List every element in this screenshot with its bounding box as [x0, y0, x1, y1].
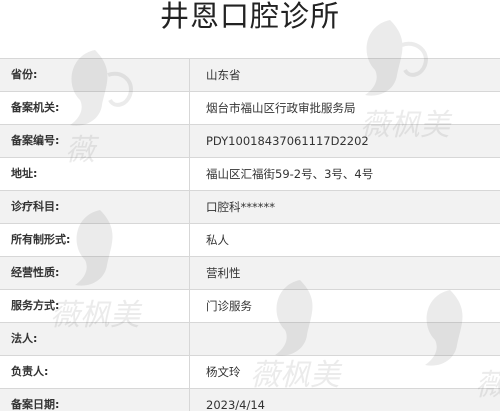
row-label: 备案日期: — [0, 389, 190, 411]
row-label: 所有制形式: — [0, 224, 190, 256]
row-label: 省份: — [0, 59, 190, 91]
row-value: PDY10018437061117D2202 — [206, 134, 369, 148]
row-label: 服务方式: — [0, 290, 190, 322]
page-title: 井恩口腔诊所 — [159, 0, 340, 33]
row-label: 地址: — [0, 158, 190, 190]
table-row: 经营性质: 营利性 — [0, 257, 500, 290]
table-row: 备案机关: 烟台市福山区行政审批服务局 — [0, 92, 500, 125]
table-row: 负责人: 杨文玲 — [0, 356, 500, 389]
table-row: 地址: 福山区汇福街59-2号、3号、4号 — [0, 158, 500, 191]
table-row: 法人: — [0, 323, 500, 356]
row-value: 口腔科****** — [206, 200, 275, 214]
row-value: 福山区汇福街59-2号、3号、4号 — [206, 167, 374, 181]
row-value: 门诊服务 — [206, 299, 252, 313]
table-row: 备案日期: 2023/4/14 — [0, 389, 500, 411]
table-row: 备案编号: PDY10018437061117D2202 — [0, 125, 500, 158]
page: 井恩口腔诊所 省份: 山东省 备案机关: 烟台市福山区行政审批服务局 备案编号:… — [0, 0, 500, 411]
info-table: 省份: 山东省 备案机关: 烟台市福山区行政审批服务局 备案编号: PDY100… — [0, 58, 500, 411]
row-value: 杨文玲 — [206, 365, 241, 379]
row-value: 营利性 — [206, 266, 241, 280]
row-value — [190, 323, 500, 355]
table-row: 所有制形式: 私人 — [0, 224, 500, 257]
row-label: 经营性质: — [0, 257, 190, 289]
table-row: 服务方式: 门诊服务 — [0, 290, 500, 323]
table-row: 省份: 山东省 — [0, 59, 500, 92]
row-value: 山东省 — [206, 68, 241, 82]
row-value: 私人 — [206, 233, 229, 247]
table-row: 诊疗科目: 口腔科****** — [0, 191, 500, 224]
row-value: 2023/4/14 — [206, 398, 265, 411]
row-label: 法人: — [0, 323, 190, 355]
row-label: 备案机关: — [0, 92, 190, 124]
row-label: 诊疗科目: — [0, 191, 190, 223]
row-label: 备案编号: — [0, 125, 190, 157]
row-label: 负责人: — [0, 356, 190, 388]
row-value: 烟台市福山区行政审批服务局 — [206, 101, 356, 115]
